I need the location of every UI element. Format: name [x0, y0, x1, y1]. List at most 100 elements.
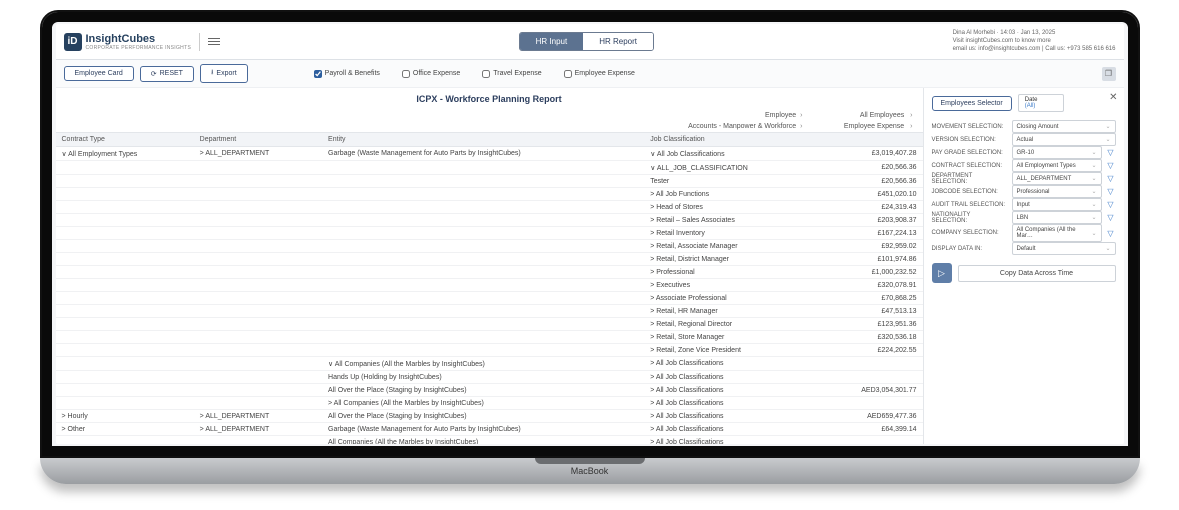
copy-icon[interactable]: ❐: [1102, 67, 1116, 81]
table-row[interactable]: > Retail, Store Manager£320,536.18: [56, 331, 923, 344]
report-area: ICPX - Workforce Planning Report Employe…: [56, 88, 924, 444]
table-row[interactable]: > Retail, Regional Director£123,951.36: [56, 318, 923, 331]
user-line-2: Visit insightCubes.com to know more: [953, 38, 1116, 46]
selector-label: CONTRACT SELECTION:: [932, 163, 1008, 169]
table-row[interactable]: > Executives£320,078.91: [56, 279, 923, 292]
close-icon[interactable]: ✕: [1109, 92, 1117, 103]
selector-dropdown[interactable]: Input⌄: [1012, 198, 1102, 211]
logo-text: InsightCubes: [86, 33, 192, 45]
check-3[interactable]: Employee Expense: [564, 70, 635, 78]
reset-button[interactable]: ⟳RESET: [140, 66, 194, 82]
table-row[interactable]: > All Companies (All the Marbles by Insi…: [56, 397, 923, 410]
selector-label: DISPLAY DATA IN:: [932, 246, 1008, 252]
date-value: (All): [1025, 103, 1036, 109]
check-1[interactable]: Office Expense: [402, 70, 460, 78]
table-row[interactable]: > Hourly> ALL_DEPARTMENTAll Over the Pla…: [56, 410, 923, 423]
refresh-icon: ⟳: [151, 70, 157, 78]
table-row[interactable]: ∨ ALL_JOB_CLASSIFICATION£20,566.36: [56, 161, 923, 175]
filter-icon[interactable]: ▽: [1106, 148, 1116, 158]
tab-hr-report[interactable]: HR Report: [583, 33, 653, 50]
filter-icon[interactable]: ▽: [1106, 228, 1116, 238]
selector-label: PAY GRADE SELECTION:: [932, 150, 1008, 156]
selector-label: MOVEMENT SELECTION:: [932, 124, 1008, 130]
selector-label: VERSION SELECTION:: [932, 137, 1008, 143]
app-logo: iD InsightCubes CORPORATE PERFORMANCE IN…: [64, 33, 192, 51]
employee-card-button[interactable]: Employee Card: [64, 66, 134, 81]
table-row[interactable]: > Retail, Associate Manager£92,959.02: [56, 240, 923, 253]
user-info: Dina Al Morhebi · 14:03 · Jan 13, 2025 V…: [953, 30, 1116, 53]
table-row[interactable]: ∨ All Employment Types> ALL_DEPARTMENTGa…: [56, 147, 923, 161]
selector-row: DEPARTMENT SELECTION: ALL_DEPARTMENT⌄ ▽: [932, 172, 1116, 185]
topbar: iD InsightCubes CORPORATE PERFORMANCE IN…: [56, 24, 1124, 60]
col-header[interactable]: Job Classification: [644, 133, 816, 147]
selector-dropdown[interactable]: Actual⌄: [1012, 133, 1116, 146]
col-header[interactable]: Department: [194, 133, 322, 147]
selector-dropdown[interactable]: Professional⌄: [1012, 185, 1102, 198]
menu-icon[interactable]: [208, 38, 220, 45]
filter-icon[interactable]: ▽: [1106, 187, 1116, 197]
selector-row: NATIONALITY SELECTION: LBN⌄ ▽: [932, 211, 1116, 224]
col-header[interactable]: Contract Type: [56, 133, 194, 147]
selector-row: COMPANY SELECTION: All Companies (All the…: [932, 224, 1116, 242]
report-title: ICPX - Workforce Planning Report: [56, 88, 923, 110]
check-0[interactable]: Payroll & Benefits: [314, 70, 380, 78]
table-row[interactable]: Hands Up (Holding by InsightCubes)> All …: [56, 371, 923, 384]
table-row[interactable]: All Over the Place (Staging by InsightCu…: [56, 384, 923, 397]
selector-dropdown[interactable]: Closing Amount⌄: [1012, 120, 1116, 133]
selector-label: COMPANY SELECTION:: [932, 230, 1008, 236]
filter-icon[interactable]: ▽: [1106, 200, 1116, 210]
table-row[interactable]: All Companies (All the Marbles by Insigh…: [56, 436, 923, 444]
selector-row: MOVEMENT SELECTION: Closing Amount⌄: [932, 120, 1116, 133]
table-row[interactable]: > Other> ALL_DEPARTMENTGarbage (Waste Ma…: [56, 423, 923, 436]
filter-icon[interactable]: ▽: [1106, 213, 1116, 223]
selector-label: JOBCODE SELECTION:: [932, 189, 1008, 195]
selector-dropdown[interactable]: All Companies (All the Mar…⌄: [1012, 224, 1102, 242]
laptop-base: MacBook: [40, 458, 1140, 484]
table-row[interactable]: > Retail, District Manager£101,974.86: [56, 253, 923, 266]
table-row[interactable]: > Professional£1,000,232.52: [56, 266, 923, 279]
date-selector[interactable]: Date (All): [1018, 94, 1064, 112]
export-button[interactable]: ⭳Export: [200, 64, 248, 83]
table-row[interactable]: > Head of Stores£24,319.43: [56, 201, 923, 214]
report-table[interactable]: Contract TypeDepartmentEntityJob Classif…: [56, 132, 923, 444]
device-label: MacBook: [571, 466, 609, 476]
play-icon[interactable]: ▷: [932, 263, 952, 283]
selector-dropdown[interactable]: LBN⌄: [1012, 211, 1102, 224]
selector-dropdown[interactable]: ALL_DEPARTMENT⌄: [1012, 172, 1102, 185]
selector-row: AUDIT TRAIL SELECTION: Input⌄ ▽: [932, 198, 1116, 211]
selector-dropdown[interactable]: GR-10⌄: [1012, 146, 1102, 159]
copy-data-button[interactable]: Copy Data Across Time: [958, 265, 1116, 282]
table-row[interactable]: ∨ All Companies (All the Marbles by Insi…: [56, 357, 923, 371]
employees-selector-button[interactable]: Employees Selector: [932, 96, 1012, 111]
table-row[interactable]: > Retail – Sales Associates£203,908.37: [56, 214, 923, 227]
table-row[interactable]: > Retail, Zone Vice President£224,202.55: [56, 344, 923, 357]
main-content: ICPX - Workforce Planning Report Employe…: [56, 88, 1124, 444]
tab-hr-input[interactable]: HR Input: [520, 33, 584, 50]
logo-icon: iD: [64, 33, 82, 51]
selector-dropdown[interactable]: Default⌄: [1012, 242, 1116, 255]
divider: [199, 33, 200, 51]
selector-label: DEPARTMENT SELECTION:: [932, 173, 1008, 185]
side-panel: ✕ Employees Selector Date (All) MOVEMENT…: [924, 88, 1124, 444]
table-row[interactable]: > All Job Functions£451,020.10: [56, 188, 923, 201]
selector-dropdown[interactable]: All Employment Types⌄: [1012, 159, 1102, 172]
check-2[interactable]: Travel Expense: [482, 70, 541, 78]
toolbar: Employee Card ⟳RESET ⭳Export Payroll & B…: [56, 60, 1124, 88]
user-line-1: Dina Al Morhebi · 14:03 · Jan 13, 2025: [953, 30, 1116, 38]
table-row[interactable]: > Retail Inventory£167,224.13: [56, 227, 923, 240]
selector-label: NATIONALITY SELECTION:: [932, 212, 1008, 224]
logo-tagline: CORPORATE PERFORMANCE INSIGHTS: [86, 45, 192, 51]
selector-label: AUDIT TRAIL SELECTION:: [932, 202, 1008, 208]
table-row[interactable]: Tester£20,566.36: [56, 175, 923, 188]
selector-row: JOBCODE SELECTION: Professional⌄ ▽: [932, 185, 1116, 198]
selector-row: PAY GRADE SELECTION: GR-10⌄ ▽: [932, 146, 1116, 159]
download-icon: ⭳: [211, 68, 213, 79]
filter-icon[interactable]: ▽: [1106, 174, 1116, 184]
col-header[interactable]: Entity: [322, 133, 644, 147]
selector-row: VERSION SELECTION: Actual⌄: [932, 133, 1116, 146]
table-row[interactable]: > Associate Professional£70,868.25: [56, 292, 923, 305]
filter-icon[interactable]: ▽: [1106, 161, 1116, 171]
selector-row: CONTRACT SELECTION: All Employment Types⌄…: [932, 159, 1116, 172]
table-row[interactable]: > Retail, HR Manager£47,513.13: [56, 305, 923, 318]
col-header[interactable]: [817, 133, 923, 147]
